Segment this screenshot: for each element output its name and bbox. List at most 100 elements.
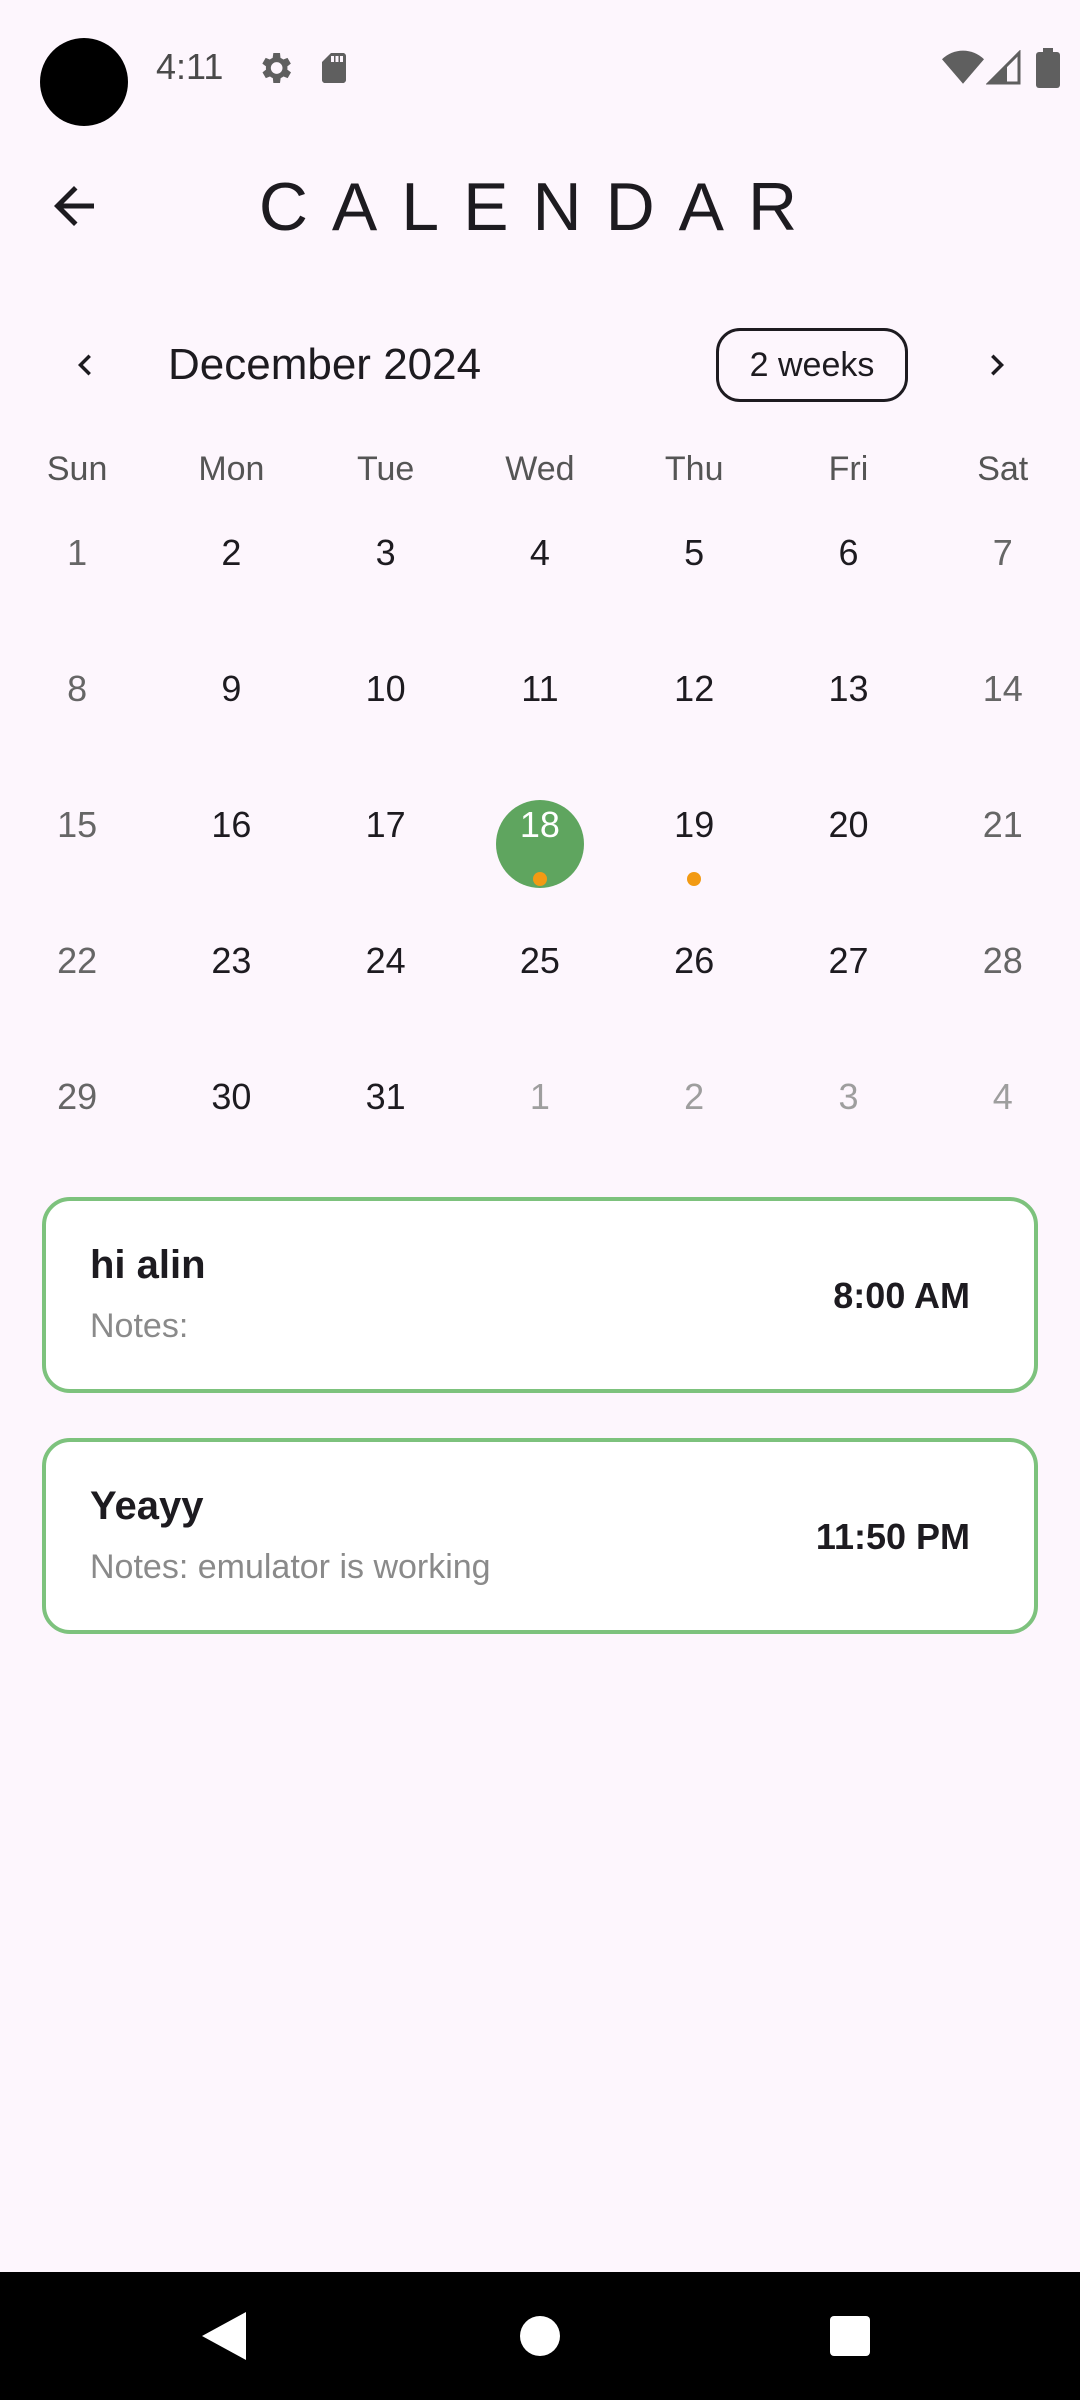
day-cell[interactable]: 26: [617, 914, 771, 1050]
day-cell[interactable]: 1: [0, 506, 154, 642]
day-cell[interactable]: 7: [926, 506, 1080, 642]
weekday-label: Thu: [664, 450, 724, 488]
nav-recents-icon[interactable]: [830, 2316, 870, 2356]
day-cell[interactable]: 3: [771, 1050, 925, 1186]
day-number: 23: [211, 940, 252, 981]
day-cell[interactable]: 20: [771, 778, 925, 914]
day-number: 27: [828, 940, 869, 981]
calendar-grid: Sun Mon Tue Wed Thu Fri Sat 1 2 3 4 5 6 …: [0, 450, 1080, 1186]
event-notes: Notes:: [90, 1307, 189, 1345]
month-label: December 2024: [168, 340, 482, 389]
weekday-label: Mon: [198, 450, 265, 488]
camera-cutout: [40, 38, 128, 126]
week-row: 15 16 17 18 19 20 21: [0, 778, 1080, 914]
week-row: 8 9 10 11 12 13 14: [0, 642, 1080, 778]
day-cell[interactable]: 2: [617, 1050, 771, 1186]
day-number: 16: [211, 804, 252, 845]
event-card[interactable]: hi alin Notes: 8:00 AM: [42, 1197, 1038, 1393]
day-cell[interactable]: 5: [617, 506, 771, 642]
weekday-label: Fri: [828, 450, 869, 488]
day-cell[interactable]: 17: [309, 778, 463, 914]
weekday-label: Sun: [46, 450, 108, 488]
system-navigation-bar: [0, 2272, 1080, 2400]
day-number: 7: [992, 532, 1013, 573]
cell-signal-icon: [986, 50, 1021, 85]
weekday-label: Sat: [977, 450, 1029, 488]
day-number: 28: [982, 940, 1023, 981]
status-bar: 4:11: [0, 0, 1080, 140]
day-cell[interactable]: 31: [309, 1050, 463, 1186]
day-number: 5: [684, 532, 705, 573]
event-marker-dot: [532, 872, 547, 886]
day-cell[interactable]: 8: [0, 642, 154, 778]
day-cell[interactable]: 15: [0, 778, 154, 914]
day-cell[interactable]: 4: [463, 506, 617, 642]
day-number: 2: [221, 532, 242, 573]
weekday-header-row: Sun Mon Tue Wed Thu Fri Sat: [0, 450, 1080, 506]
day-cell[interactable]: 23: [154, 914, 308, 1050]
day-cell[interactable]: 14: [926, 642, 1080, 778]
event-notes: Notes: emulator is working: [90, 1548, 491, 1586]
day-number: 31: [365, 1076, 406, 1117]
day-cell[interactable]: 22: [0, 914, 154, 1050]
nav-back-icon[interactable]: [202, 2312, 246, 2360]
day-cell[interactable]: 10: [309, 642, 463, 778]
weekday-label: Wed: [505, 450, 575, 488]
day-number: 29: [57, 1076, 98, 1117]
selected-day-cell[interactable]: 18: [463, 778, 617, 914]
week-row: 22 23 24 25 26 27 28: [0, 914, 1080, 1050]
page-title: CALENDAR: [258, 169, 822, 245]
day-number: 1: [529, 1076, 550, 1117]
day-cell[interactable]: 21: [926, 778, 1080, 914]
day-cell[interactable]: 12: [617, 642, 771, 778]
day-cell[interactable]: 11: [463, 642, 617, 778]
battery-icon: [1036, 48, 1060, 88]
day-cell[interactable]: 2: [154, 506, 308, 642]
day-cell[interactable]: 29: [0, 1050, 154, 1186]
day-cell[interactable]: 28: [926, 914, 1080, 1050]
nav-home-icon[interactable]: [520, 2316, 560, 2356]
day-number: 4: [992, 1076, 1013, 1117]
day-number: 30: [211, 1076, 252, 1117]
day-number: 1: [67, 532, 88, 573]
calendar-format-button[interactable]: 2 weeks: [716, 328, 908, 402]
day-cell[interactable]: 25: [463, 914, 617, 1050]
event-title: hi alin: [90, 1243, 206, 1287]
weekday-label: Tue: [357, 450, 415, 488]
day-number: 22: [57, 940, 98, 981]
event-title: Yeayy: [90, 1484, 204, 1528]
day-cell[interactable]: 19: [617, 778, 771, 914]
day-number: 25: [519, 940, 560, 981]
day-cell[interactable]: 16: [154, 778, 308, 914]
day-number: 26: [674, 940, 715, 981]
day-number: 3: [375, 532, 396, 573]
wifi-icon: [942, 50, 984, 84]
day-cell[interactable]: 27: [771, 914, 925, 1050]
day-cell[interactable]: 1: [463, 1050, 617, 1186]
day-cell[interactable]: 13: [771, 642, 925, 778]
day-cell[interactable]: 6: [771, 506, 925, 642]
previous-month-button[interactable]: [64, 344, 106, 386]
day-number: 15: [57, 804, 98, 845]
day-cell[interactable]: 9: [154, 642, 308, 778]
day-number: 17: [365, 804, 406, 845]
day-cell[interactable]: 3: [309, 506, 463, 642]
settings-icon: [262, 53, 291, 83]
week-row: 1 2 3 4 5 6 7: [0, 506, 1080, 642]
week-row: 29 30 31 1 2 3 4: [0, 1050, 1080, 1186]
day-number: 11: [521, 668, 559, 709]
event-time: 8:00 AM: [833, 1275, 970, 1316]
day-number: 21: [982, 804, 1023, 845]
day-cell[interactable]: 30: [154, 1050, 308, 1186]
event-time: 11:50 PM: [815, 1516, 970, 1557]
day-cell[interactable]: 4: [926, 1050, 1080, 1186]
day-number: 19: [674, 804, 715, 845]
day-number: 9: [221, 668, 242, 709]
sd-card-icon: [322, 53, 346, 83]
event-card[interactable]: Yeayy Notes: emulator is working 11:50 P…: [42, 1438, 1038, 1634]
day-number: 20: [828, 804, 869, 845]
day-cell[interactable]: 24: [309, 914, 463, 1050]
day-number: 13: [828, 668, 869, 709]
status-time: 4:11: [156, 46, 224, 87]
next-month-button[interactable]: [976, 344, 1018, 386]
